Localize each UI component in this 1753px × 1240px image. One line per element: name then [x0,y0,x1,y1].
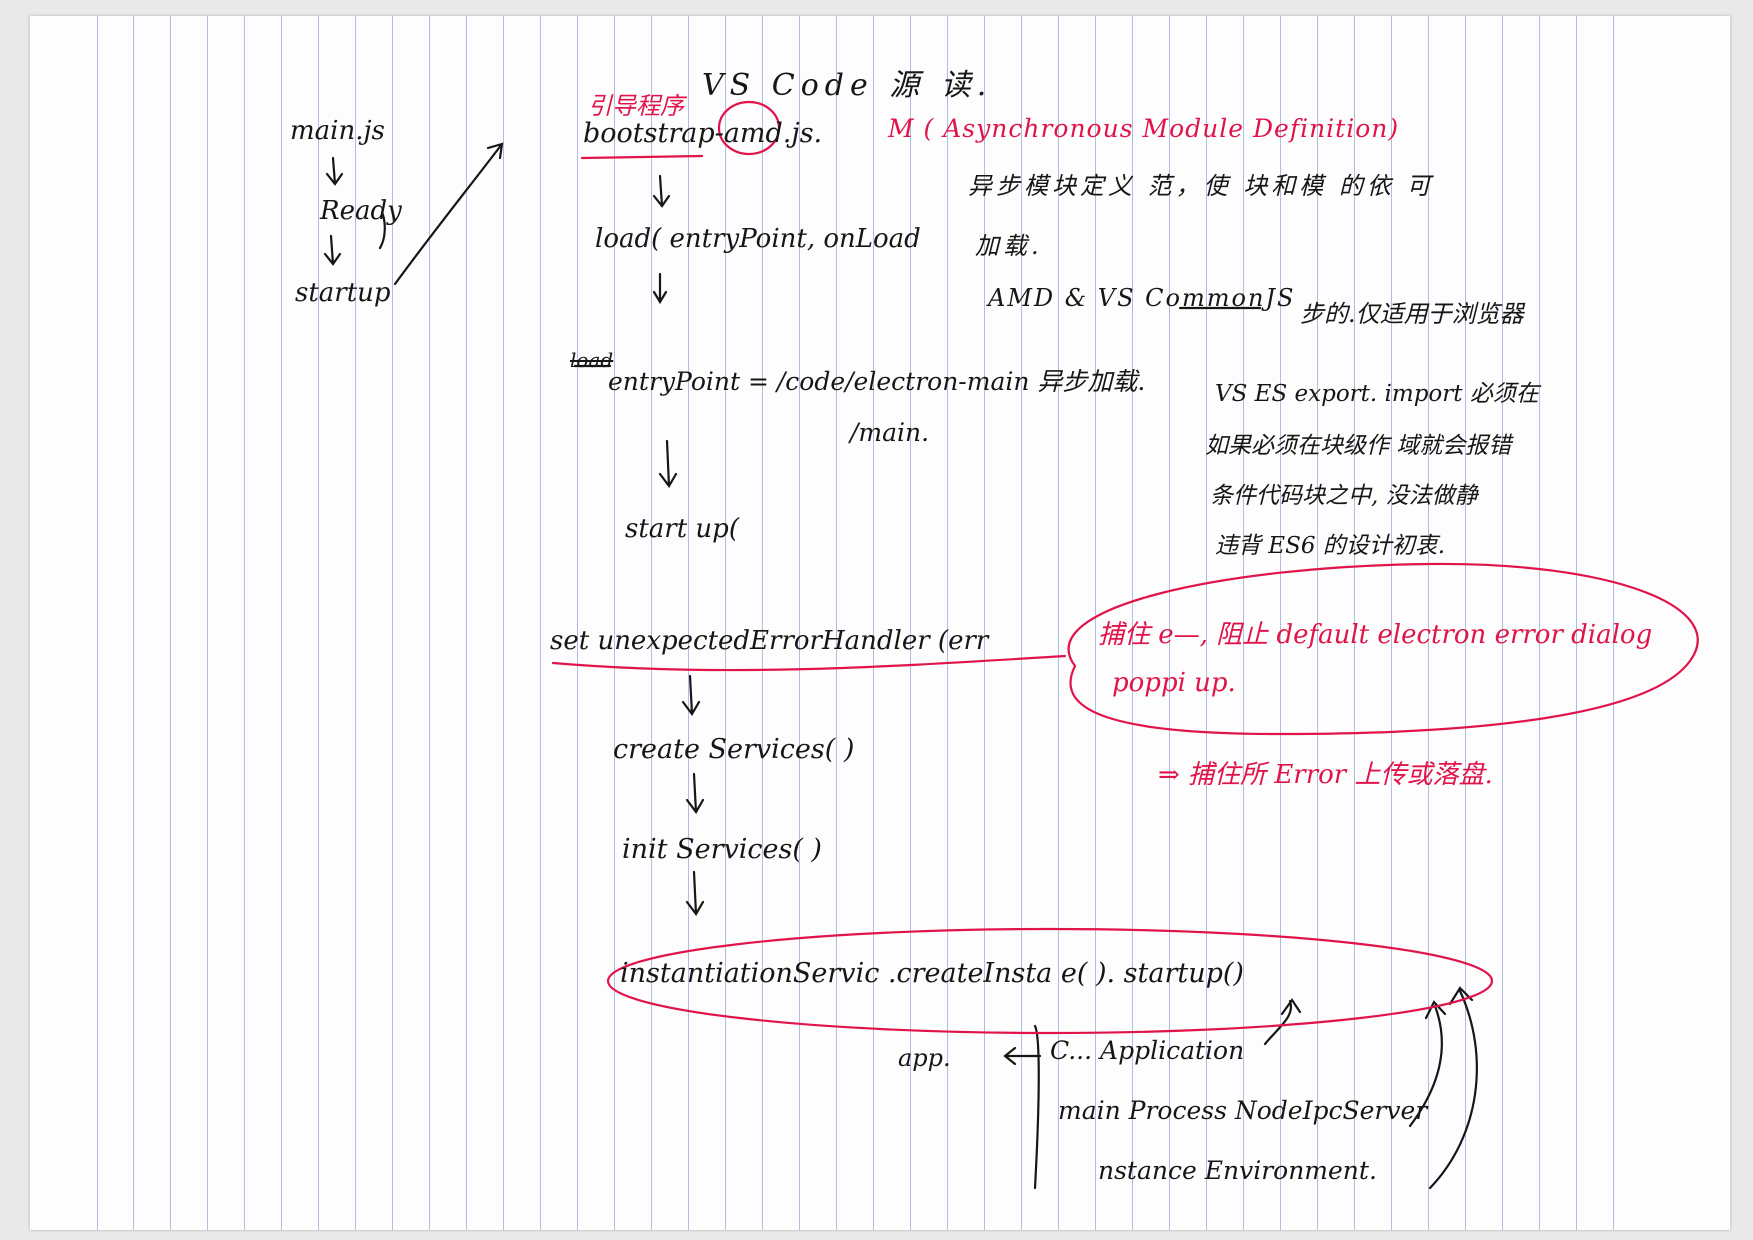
dep-item3: nstance Environment. [1098,1156,1377,1185]
flow-main-js: main.js [290,116,385,146]
page-title: VS Code 源 读. [702,68,993,103]
error-note-line3: ⇒ 捕住所 Error 上传或落盘. [1158,760,1493,790]
step-load: load( entryPoint, onLoad [595,224,921,254]
es-line2: 如果必须在块级作 域就会报错 [1205,433,1512,459]
dep-item2: main Process NodeIpcServer [1058,1096,1428,1125]
amd-line1: 异步模块定义 范，使 块和模 的依 可 [968,172,1435,200]
red-underline [551,654,1067,672]
bootstrap-file: bootstrap-amd.js. [583,118,823,149]
step-create-services: create Services( ) [613,734,855,765]
red-underline [580,154,704,160]
step-entry: entryPoint = /code/electron-main 异步加载. [608,367,1146,396]
down-arrow-icon [652,272,668,305]
bootstrap-label-cn: 引导程序 [588,92,684,120]
dep-item1: C... Application [1050,1036,1245,1065]
flow-startup: startup [295,278,391,308]
up-arrow-icon [1428,986,1478,1190]
dep-app: app. [898,1044,951,1072]
diagonal-arrow-icon [393,142,504,286]
notebook-page: VS Code 源 读. main.js Ready startup 引导程序 … [30,16,1730,1230]
down-arrow-icon [323,234,342,266]
es-line3: 条件代码块之中, 没法做静 [1210,483,1478,509]
down-arrow-icon [685,772,705,814]
down-arrow-icon [652,174,671,208]
error-note-line2: poppi up. [1112,668,1236,698]
amd-heading: M ( Asynchronous Module Definition) [888,114,1400,143]
step-error-handler: set unexpectedErrorHandler (err [550,626,989,656]
down-arrow-icon [658,439,678,488]
step-entry2: /main. [850,418,930,447]
step-entry-struck: load [570,348,614,372]
down-arrow-icon [325,156,344,186]
commonjs-line: AMD & VS CommonJS [988,284,1296,312]
left-arrow-icon [1003,1046,1042,1066]
step-instantiation: instantiationServic .createInsta e( ). s… [620,958,1244,989]
step-startup: start up( [625,514,739,544]
amd-line2: 加载. [975,232,1043,260]
down-arrow-icon [681,674,701,716]
flow-ready: Ready [320,196,402,226]
down-arrow-icon [685,870,705,916]
error-note-line1: 捕住 e—, 阻止 default electron error dialog [1098,620,1653,650]
es-line1: VS ES export. import 必须在 [1215,381,1539,407]
up-arrow-icon [1263,998,1302,1046]
bracket-stroke [1033,1024,1040,1190]
commonjs-tail: 步的.仅适用于浏览器 [1300,300,1524,328]
step-init-services: init Services( ) [622,834,822,865]
es-line4: 违背 ES6 的设计初衷. [1215,533,1446,559]
